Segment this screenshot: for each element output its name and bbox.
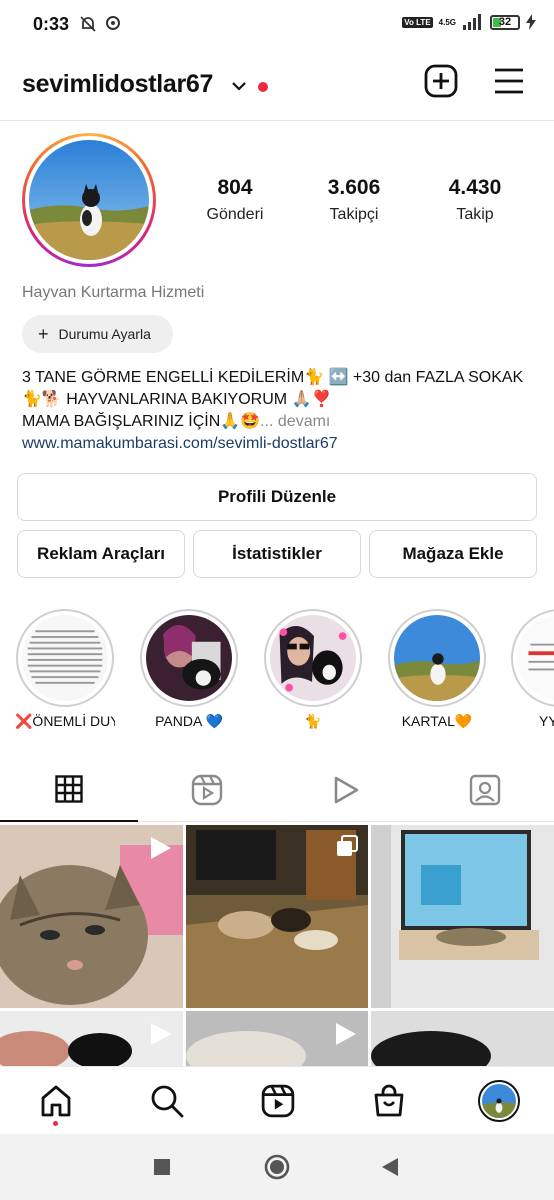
- reel-badge-icon: [336, 1023, 356, 1045]
- plus-icon: +: [38, 323, 49, 344]
- profile-category: Hayvan Kurtarma Hizmeti: [22, 284, 205, 301]
- bottom-navigation: [0, 1066, 554, 1134]
- reel-badge-icon: [151, 837, 171, 859]
- followers-value: 3.606: [327, 176, 381, 199]
- story-highlight[interactable]: YY: [511, 609, 554, 729]
- tab-reels[interactable]: [138, 758, 276, 822]
- following-count[interactable]: 4.430 Takip: [420, 176, 530, 224]
- reel-badge-icon: [151, 1023, 171, 1045]
- tab-posts-grid[interactable]: [0, 758, 138, 822]
- network-type: 4.5G: [438, 17, 456, 27]
- posts-label: Gönderi: [206, 206, 264, 223]
- shop-icon: [374, 1084, 403, 1117]
- highlight-label: YY: [539, 713, 554, 729]
- highlight-label: KARTAL🧡: [401, 713, 473, 729]
- story-highlight[interactable]: PANDA 💙: [139, 609, 239, 730]
- edit-profile-button[interactable]: Profili Düzenle: [17, 473, 537, 521]
- signal-icon: [463, 14, 481, 30]
- muted-notification-icon: [80, 16, 96, 32]
- nav-home[interactable]: [0, 1067, 111, 1135]
- tagged-icon: [469, 774, 501, 806]
- set-status-label: Durumu Ayarla: [58, 326, 151, 342]
- posts-value: 804: [217, 176, 253, 199]
- avatar-photo: [29, 140, 149, 260]
- recents-icon[interactable]: [154, 1159, 170, 1175]
- grid-post[interactable]: [186, 1011, 368, 1066]
- clock: 0:33: [33, 14, 70, 34]
- nav-profile[interactable]: [443, 1067, 554, 1135]
- posts-count[interactable]: 804 Gönderi: [180, 176, 290, 224]
- post-thumbnail: [371, 825, 554, 1008]
- reels-icon: [191, 774, 223, 806]
- search-icon: [151, 1085, 183, 1118]
- add-shop-button[interactable]: Mağaza Ekle: [369, 530, 537, 578]
- set-status-button[interactable]: + Durumu Ayarla: [22, 315, 173, 353]
- back-icon[interactable]: [382, 1158, 400, 1176]
- profile-tabs: [0, 758, 554, 822]
- bio-more-link[interactable]: ... devamı: [260, 413, 330, 430]
- highlight-label: ❌ÖNEMLİ DUY...: [15, 713, 115, 729]
- nav-search[interactable]: [111, 1067, 222, 1135]
- reels-icon: [261, 1084, 294, 1118]
- volte-indicator: Vo LTE: [402, 16, 433, 28]
- profile-avatar[interactable]: [22, 133, 156, 267]
- grid-post[interactable]: [0, 825, 183, 1008]
- notification-dot: [258, 82, 268, 92]
- status-bar: 0:33 Vo LTE 4.5G 32: [0, 0, 554, 50]
- battery-level: 32: [498, 16, 512, 28]
- chevron-down-icon[interactable]: [230, 80, 248, 92]
- menu-icon[interactable]: [493, 66, 525, 96]
- highlight-cover: [517, 615, 554, 701]
- grid-post[interactable]: [371, 1011, 554, 1066]
- story-highlight[interactable]: ❌ÖNEMLİ DUY...: [15, 609, 115, 730]
- highlight-cover: [22, 615, 108, 701]
- tab-tagged[interactable]: [416, 758, 554, 822]
- insights-button[interactable]: İstatistikler: [193, 530, 361, 578]
- grid-post[interactable]: [0, 1011, 183, 1066]
- grid-post[interactable]: [371, 825, 554, 1008]
- highlight-label: PANDA 💙: [155, 713, 223, 729]
- grid-post[interactable]: [186, 825, 368, 1008]
- bio-line: 3 TANE GÖRME ENGELLİ KEDİLERİM🐈 ↔️ +30 d…: [22, 369, 524, 386]
- bio-line: MAMA BAĞIŞLARINIZ İÇİN🙏🤩: [22, 413, 261, 430]
- followers-label: Takipçi: [329, 206, 379, 223]
- ad-tools-button[interactable]: Reklam Araçları: [17, 530, 185, 578]
- multi-post-icon: [337, 835, 358, 856]
- system-navigation-bar: [0, 1134, 554, 1200]
- story-highlight[interactable]: KARTAL🧡: [387, 609, 487, 730]
- profile-avatar: [477, 1080, 520, 1122]
- video-play-icon: [334, 776, 359, 804]
- username-switcher[interactable]: sevimlidostlar67: [22, 70, 213, 99]
- sync-icon: [106, 16, 120, 30]
- home-circle-icon[interactable]: [264, 1154, 290, 1180]
- following-label: Takip: [456, 206, 494, 223]
- highlight-cover: [146, 615, 232, 701]
- grid-icon: [55, 775, 83, 803]
- highlight-cover: [394, 615, 480, 701]
- header-divider: [0, 120, 554, 121]
- tab-videos[interactable]: [277, 758, 415, 822]
- charging-icon: [526, 14, 536, 30]
- following-value: 4.430: [448, 176, 502, 199]
- bio-line: 🐈🐕 HAYVANLARINA BAKIYORUM 🙏🏼❣️: [22, 391, 332, 408]
- website-link[interactable]: www.mamakumbarasi.com/sevimli-dostlar67: [22, 433, 542, 455]
- battery-indicator: 32: [490, 14, 520, 30]
- nav-reels[interactable]: [222, 1067, 333, 1135]
- bio: 3 TANE GÖRME ENGELLİ KEDİLERİM🐈 ↔️ +30 d…: [22, 367, 542, 455]
- home-notification-dot: [53, 1121, 58, 1126]
- nav-shop[interactable]: [333, 1067, 444, 1135]
- followers-count[interactable]: 3.606 Takipçi: [299, 176, 409, 224]
- post-thumbnail: [371, 1011, 554, 1066]
- story-highlight[interactable]: 🐈: [263, 609, 363, 730]
- highlight-label: 🐈: [304, 713, 322, 729]
- highlight-cover: [270, 615, 356, 701]
- home-icon: [41, 1085, 70, 1117]
- profile-header: sevimlidostlar67: [0, 58, 554, 114]
- new-post-icon[interactable]: [424, 64, 458, 98]
